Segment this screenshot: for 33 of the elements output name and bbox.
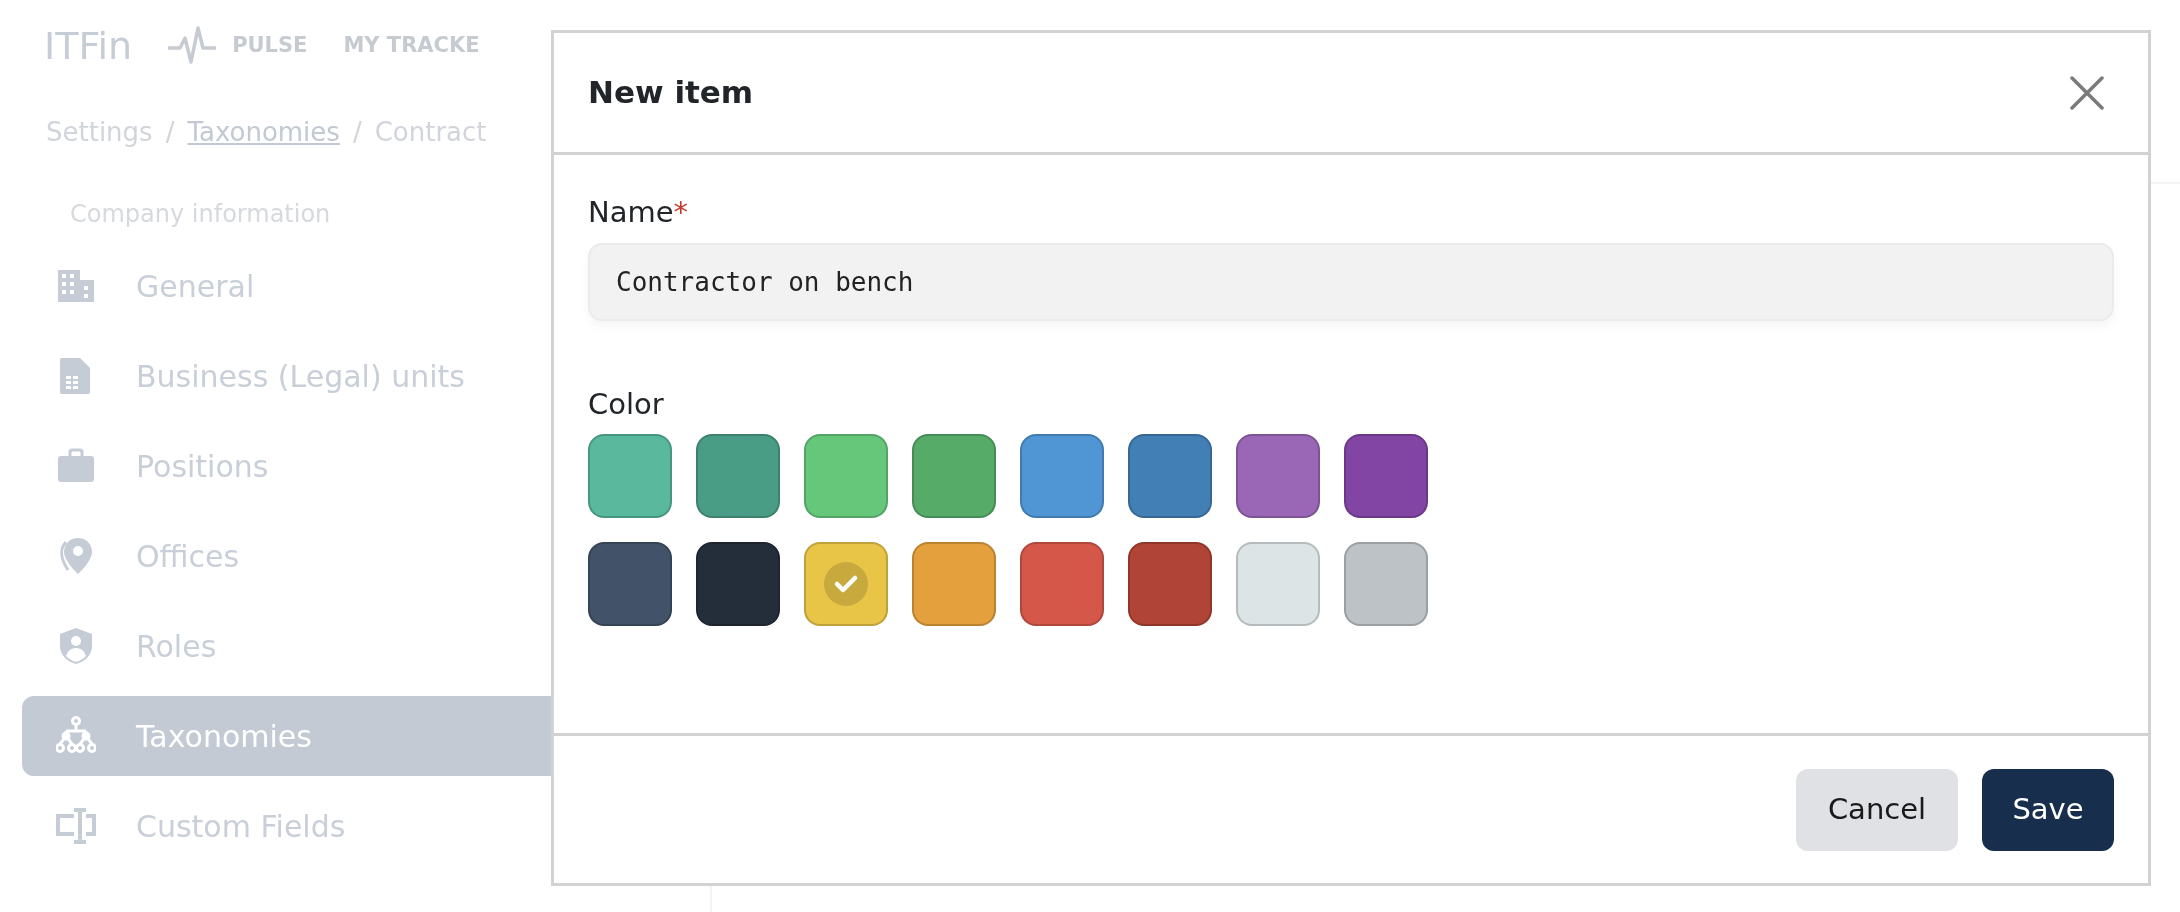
color-swatch[interactable]: [912, 542, 996, 626]
color-swatch[interactable]: [1020, 434, 1104, 518]
nav-link[interactable]: PULSE: [232, 30, 308, 62]
color-swatch[interactable]: [696, 434, 780, 518]
color-swatch[interactable]: [588, 542, 672, 626]
sidebar-item[interactable]: Taxonomies: [22, 696, 551, 776]
color-swatch[interactable]: [804, 434, 888, 518]
breadcrumb-link[interactable]: Taxonomies: [187, 112, 340, 152]
color-swatch[interactable]: [912, 434, 996, 518]
color-swatch[interactable]: [1344, 434, 1428, 518]
text-field-icon: [56, 806, 96, 846]
breadcrumb-separator: /: [165, 115, 175, 149]
cancel-button[interactable]: Cancel: [1796, 768, 1958, 851]
breadcrumb-separator: /: [352, 115, 362, 149]
pulse-icon: [168, 26, 217, 66]
field-label: Color: [588, 385, 665, 423]
color-swatch[interactable]: [1020, 542, 1104, 626]
color-swatch[interactable]: [804, 542, 888, 626]
save-button[interactable]: Save: [1982, 768, 2114, 851]
nav-link[interactable]: MY TRACKE: [343, 30, 480, 62]
color-swatch[interactable]: [1344, 542, 1428, 626]
color-swatch[interactable]: [588, 434, 672, 518]
modal-title: New item: [588, 73, 754, 113]
field-label: Name*: [588, 194, 690, 231]
app-logo[interactable]: ITFin: [44, 17, 133, 75]
color-swatch[interactable]: [1236, 542, 1320, 626]
color-swatch[interactable]: [1128, 434, 1212, 518]
checkmark-icon: [824, 562, 868, 606]
name-input-field[interactable]: Contractor on bench: [588, 242, 2114, 321]
hierarchy-icon: [56, 716, 96, 756]
color-swatch[interactable]: [1236, 434, 1320, 518]
color-swatch[interactable]: [1128, 542, 1212, 626]
color-swatch[interactable]: [696, 542, 780, 626]
